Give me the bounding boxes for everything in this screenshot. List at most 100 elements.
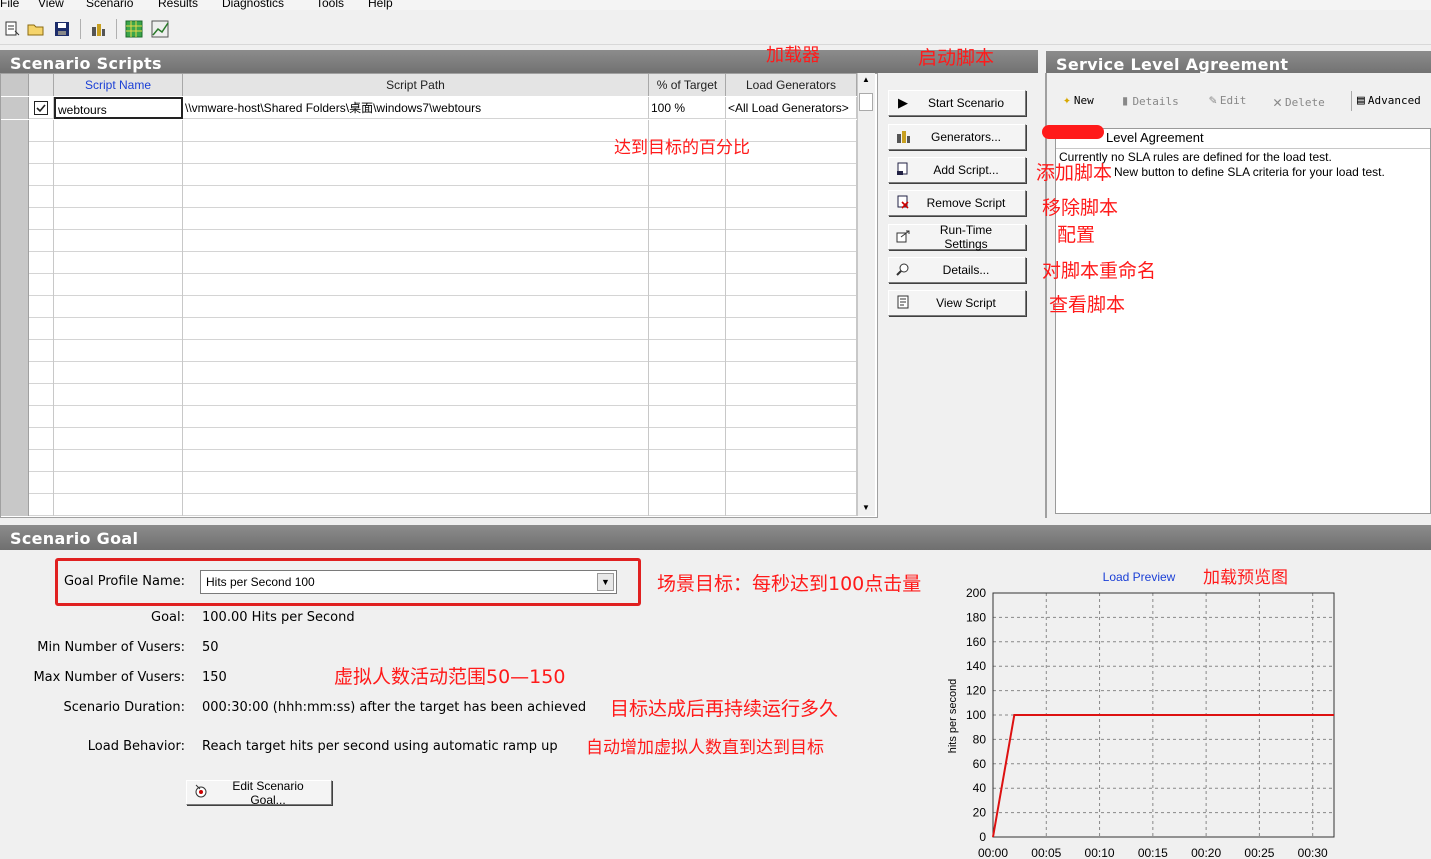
table-row[interactable] xyxy=(1,384,857,406)
sla-edit-button[interactable]: ✎ Edit xyxy=(1209,93,1246,108)
table-cell[interactable] xyxy=(54,296,183,318)
remove-script-button[interactable]: Remove Script xyxy=(888,190,1026,216)
sla-delete-button[interactable]: ✕ Delete xyxy=(1273,93,1325,111)
add-script-button[interactable]: Add Script... xyxy=(888,157,1026,183)
table-cell[interactable] xyxy=(726,340,857,362)
table-cell[interactable] xyxy=(649,450,726,472)
table-cell[interactable] xyxy=(54,208,183,230)
table-cell[interactable] xyxy=(29,450,54,472)
table-cell[interactable] xyxy=(29,472,54,494)
table-cell[interactable] xyxy=(54,318,183,340)
table-cell[interactable] xyxy=(29,274,54,296)
save-icon[interactable] xyxy=(52,19,72,39)
table-cell[interactable] xyxy=(726,362,857,384)
table-cell[interactable] xyxy=(183,186,649,208)
table-cell[interactable] xyxy=(726,450,857,472)
generators-icon[interactable] xyxy=(88,19,108,39)
row-header[interactable] xyxy=(1,406,29,428)
table-cell[interactable] xyxy=(54,274,183,296)
table-cell[interactable] xyxy=(183,362,649,384)
table-cell[interactable] xyxy=(649,340,726,362)
table-cell[interactable] xyxy=(649,296,726,318)
table-cell[interactable] xyxy=(183,472,649,494)
table-cell[interactable] xyxy=(29,494,54,516)
table-cell[interactable] xyxy=(726,494,857,516)
goal-profile-select[interactable]: Hits per Second 100 ▼ xyxy=(200,570,617,594)
table-cell[interactable] xyxy=(649,384,726,406)
table-row[interactable] xyxy=(1,472,857,494)
table-cell[interactable] xyxy=(726,252,857,274)
table-cell[interactable] xyxy=(649,318,726,340)
table-cell[interactable] xyxy=(183,494,649,516)
chart-view-icon[interactable] xyxy=(150,19,170,39)
sla-advanced-button[interactable]: ▤ Advanced xyxy=(1357,93,1421,108)
table-row[interactable] xyxy=(1,494,857,516)
table-cell[interactable] xyxy=(54,164,183,186)
table-cell[interactable] xyxy=(183,274,649,296)
table-cell[interactable] xyxy=(726,428,857,450)
table-row[interactable] xyxy=(1,406,857,428)
row-header[interactable] xyxy=(1,97,29,119)
generators-button[interactable]: Generators... xyxy=(888,124,1026,150)
table-cell[interactable] xyxy=(649,494,726,516)
row-header[interactable] xyxy=(1,340,29,362)
table-row[interactable] xyxy=(1,450,857,472)
table-cell[interactable] xyxy=(726,406,857,428)
table-cell[interactable] xyxy=(54,450,183,472)
table-cell[interactable] xyxy=(29,164,54,186)
column-header-script-path[interactable]: Script Path xyxy=(183,74,649,96)
chevron-down-icon[interactable]: ▼ xyxy=(597,573,614,591)
row-header[interactable] xyxy=(1,230,29,252)
menu-view[interactable]: View xyxy=(38,0,64,10)
row-header[interactable] xyxy=(1,450,29,472)
scroll-down-icon[interactable]: ▼ xyxy=(862,503,870,512)
row-header[interactable] xyxy=(1,274,29,296)
table-cell[interactable] xyxy=(29,362,54,384)
menu-results[interactable]: Results xyxy=(158,0,198,10)
row-header[interactable] xyxy=(1,120,29,142)
sla-new-button[interactable]: ✦ New xyxy=(1063,93,1094,108)
table-cell[interactable] xyxy=(183,340,649,362)
script-enabled-checkbox[interactable] xyxy=(29,97,54,119)
menu-help[interactable]: Help xyxy=(368,0,393,10)
table-cell[interactable] xyxy=(726,230,857,252)
table-cell[interactable] xyxy=(54,406,183,428)
table-cell[interactable] xyxy=(649,208,726,230)
row-header[interactable] xyxy=(1,428,29,450)
table-cell[interactable] xyxy=(649,164,726,186)
table-cell[interactable] xyxy=(29,252,54,274)
table-row[interactable] xyxy=(1,252,857,274)
table-cell[interactable] xyxy=(649,230,726,252)
load-generators-cell[interactable]: <All Load Generators> xyxy=(726,97,857,119)
row-header[interactable] xyxy=(1,296,29,318)
table-row[interactable] xyxy=(1,428,857,450)
table-cell[interactable] xyxy=(54,142,183,164)
table-row[interactable] xyxy=(1,230,857,252)
table-cell[interactable] xyxy=(183,142,649,164)
table-cell[interactable] xyxy=(649,406,726,428)
column-header-percent[interactable]: % of Target xyxy=(649,74,726,96)
menu-scenario[interactable]: Scenario xyxy=(86,0,133,10)
percent-target-cell[interactable]: 100 % xyxy=(649,97,726,119)
edit-scenario-goal-button[interactable]: Edit Scenario Goal... xyxy=(186,779,332,807)
table-cell[interactable] xyxy=(183,208,649,230)
table-row[interactable] xyxy=(1,186,857,208)
table-cell[interactable] xyxy=(183,230,649,252)
table-cell[interactable] xyxy=(183,120,649,142)
new-scenario-icon[interactable] xyxy=(2,19,22,39)
details-button[interactable]: Details... xyxy=(888,257,1026,283)
table-cell[interactable] xyxy=(649,274,726,296)
table-row[interactable] xyxy=(1,362,857,384)
grid-vertical-scrollbar[interactable]: ▲ ▼ xyxy=(857,73,875,516)
start-scenario-button[interactable]: ▶ Start Scenario xyxy=(888,90,1026,116)
table-row[interactable] xyxy=(1,318,857,340)
view-script-button[interactable]: View Script xyxy=(888,290,1026,316)
table-cell[interactable] xyxy=(54,362,183,384)
row-header[interactable] xyxy=(1,384,29,406)
table-cell[interactable] xyxy=(726,274,857,296)
open-folder-icon[interactable] xyxy=(26,19,46,39)
table-cell[interactable] xyxy=(649,362,726,384)
column-header-script-name[interactable]: Script Name xyxy=(54,74,183,96)
grid-view-icon[interactable] xyxy=(124,19,144,39)
table-cell[interactable] xyxy=(726,296,857,318)
